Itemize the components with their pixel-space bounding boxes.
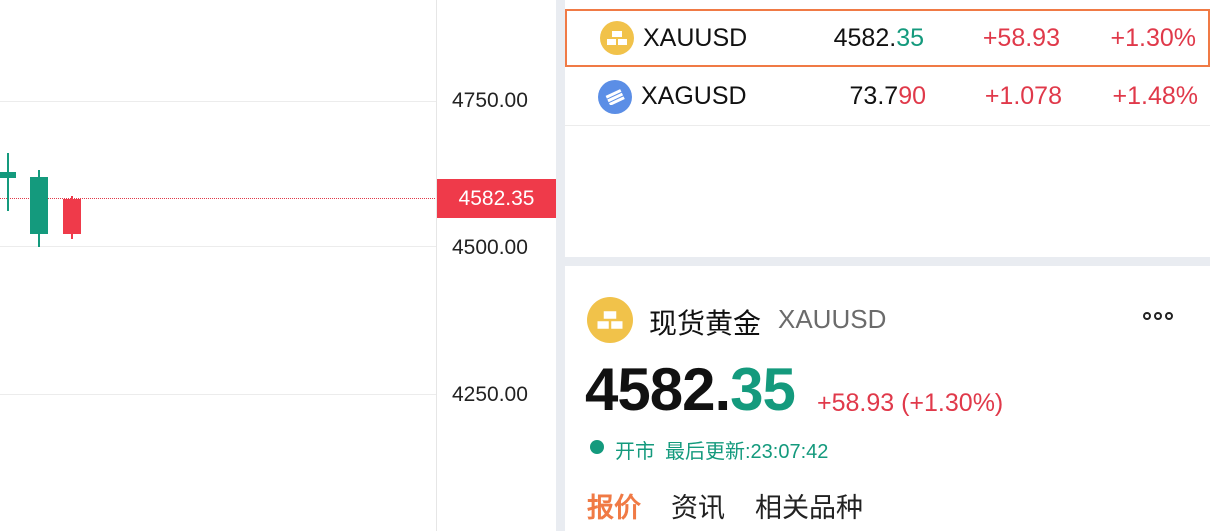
y-tick-label: 4250.00 [452, 383, 528, 406]
gold-bar-icon [600, 21, 634, 55]
section-divider [565, 257, 1210, 266]
tab-quote[interactable]: 报价 [587, 486, 641, 525]
symbol-change-pct: +1.30% [1110, 23, 1197, 52]
y-tick-label: 4500.00 [452, 236, 528, 259]
last-update-time: 最后更新:23:07:42 [665, 441, 829, 463]
gridline [0, 246, 437, 247]
detail-tabs: 报价 资讯 相关品种 [587, 486, 863, 525]
quote-panel: XAUUSD 4582.35 +58.93 +1.30% XAGUSD 73.7… [565, 0, 1210, 531]
gridline [0, 101, 437, 102]
market-status-dot [590, 440, 604, 454]
gridline [0, 394, 437, 395]
symbol-change: +58.93 [982, 23, 1060, 52]
symbol-name: XAGUSD [641, 82, 747, 110]
market-status: 开市 [615, 441, 655, 463]
last-price-tag: 4582.35 [437, 179, 556, 218]
panel-divider[interactable] [556, 0, 565, 531]
instrument-name: 现货黄金 [649, 308, 762, 339]
instrument-symbol: XAUUSD [778, 304, 887, 334]
symbol-name: XAUUSD [643, 23, 748, 52]
price-change: +58.93 (+1.30%) [817, 389, 1004, 417]
tab-related[interactable]: 相关品种 [755, 486, 863, 525]
more-dots-icon[interactable] [1143, 312, 1173, 320]
silver-bar-icon [598, 79, 632, 114]
tab-news[interactable]: 资讯 [671, 486, 725, 525]
candlestick-chart[interactable] [0, 0, 437, 531]
watchlist-row-xagusd[interactable]: XAGUSD 73.790 +1.078 +1.48% [565, 68, 1210, 126]
symbol-change-pct: +1.48% [1112, 82, 1199, 110]
symbol-price: 4582.35 [833, 23, 924, 52]
watchlist-row-xauusd[interactable]: XAUUSD 4582.35 +58.93 +1.30% [565, 9, 1210, 67]
gold-bar-icon [587, 297, 633, 343]
y-tick-label: 4750.00 [452, 89, 528, 112]
symbol-change: +1.078 [984, 82, 1062, 110]
current-price: 4582.35 [585, 356, 796, 423]
symbol-price: 73.790 [849, 82, 926, 110]
price-axis: 4750.00 4500.00 4250.00 [437, 0, 556, 531]
